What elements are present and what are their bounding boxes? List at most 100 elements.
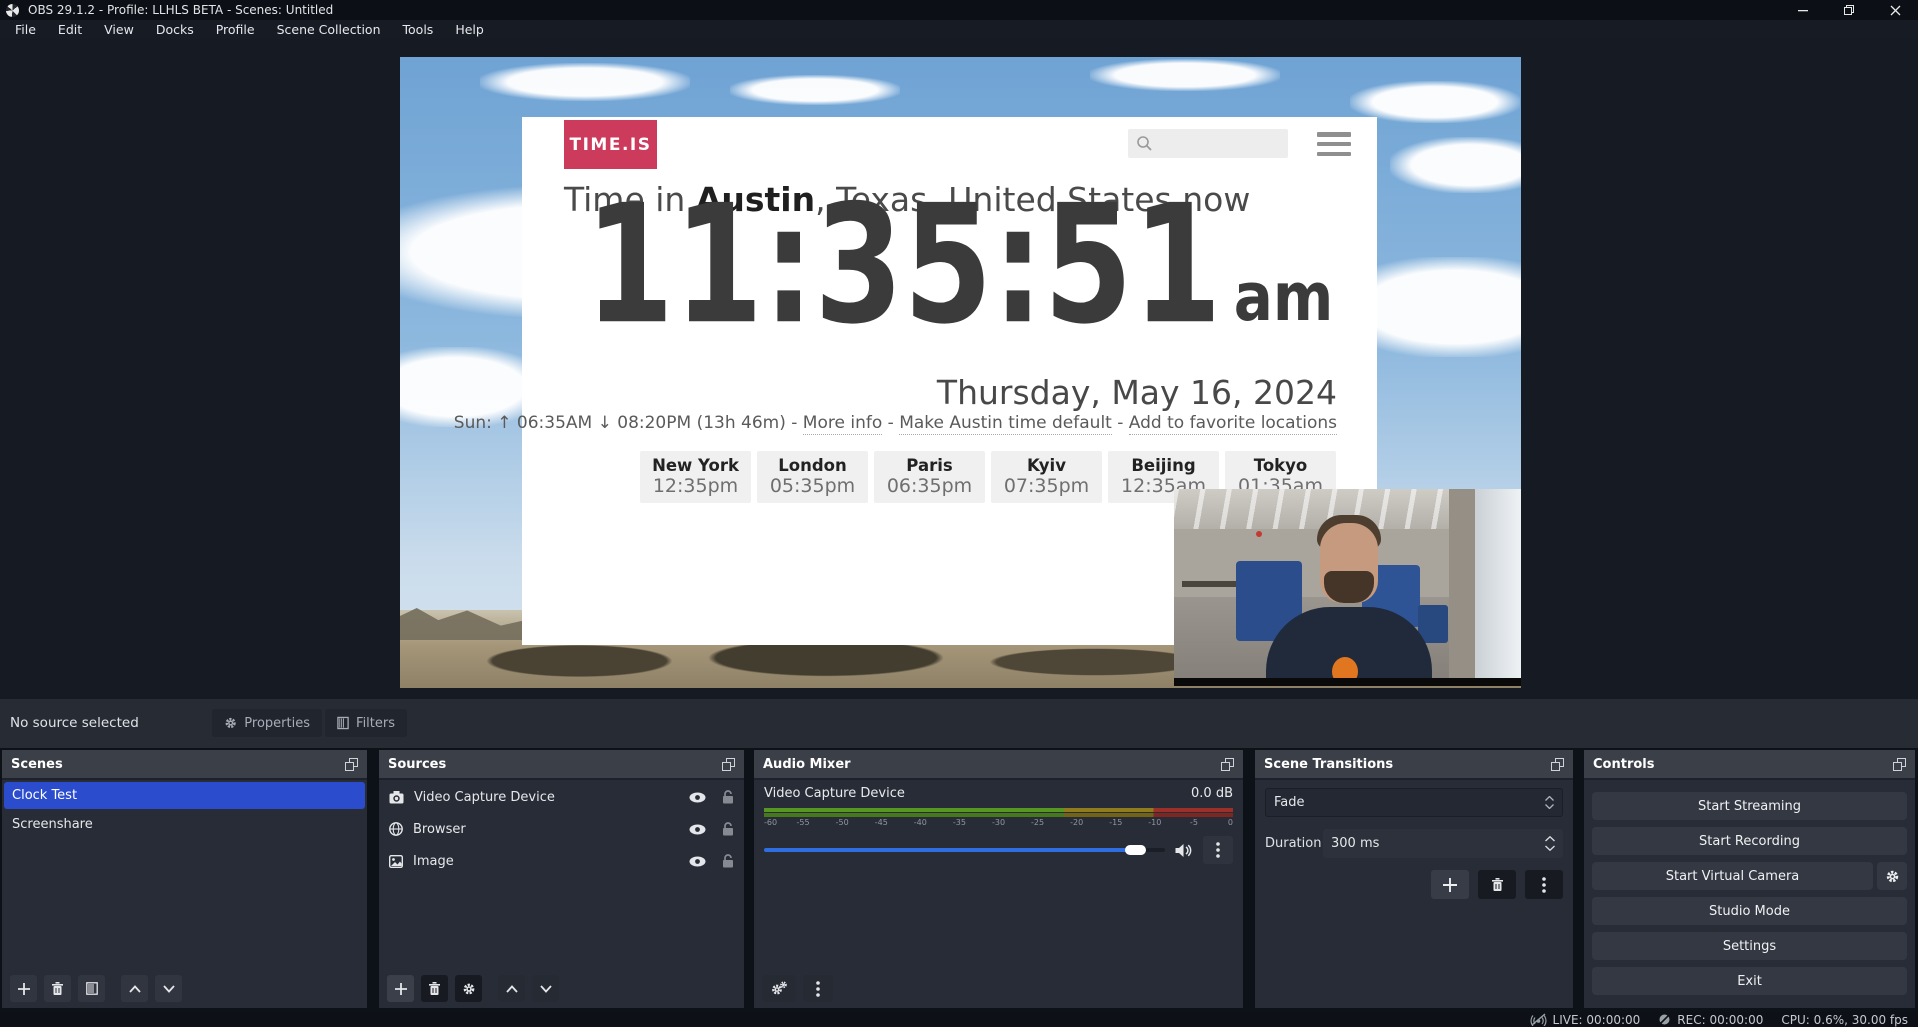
chevron-down-icon <box>1545 804 1554 809</box>
visibility-eye-icon[interactable] <box>689 824 706 835</box>
move-scene-up-button[interactable] <box>121 975 148 1002</box>
remove-scene-button[interactable] <box>44 975 71 1002</box>
title-bar: OBS 29.1.2 - Profile: LLHLS BETA - Scene… <box>0 0 1918 20</box>
exit-button[interactable]: Exit <box>1592 967 1907 995</box>
more-info-link[interactable]: More info <box>803 413 882 435</box>
city-name: New York <box>652 457 739 476</box>
start-recording-button[interactable]: Start Recording <box>1592 827 1907 855</box>
chevron-down-icon[interactable] <box>1545 845 1555 851</box>
chevron-down-icon <box>163 985 175 993</box>
settings-button[interactable]: Settings <box>1592 932 1907 960</box>
trash-icon <box>51 982 64 996</box>
double-gear-icon <box>770 981 788 996</box>
duration-row: Duration 300 ms <box>1265 829 1563 858</box>
city-newyork[interactable]: New York12:35pm <box>640 451 751 503</box>
add-scene-button[interactable] <box>10 975 37 1002</box>
minimize-button[interactable] <box>1780 0 1826 20</box>
city-name: Beijing <box>1131 457 1195 476</box>
scene-item-clock-test[interactable]: Clock Test <box>4 782 365 809</box>
menu-help[interactable]: Help <box>444 20 495 39</box>
image-icon <box>389 855 403 868</box>
minimize-icon <box>1798 5 1809 16</box>
studio-mode-button[interactable]: Studio Mode <box>1592 897 1907 925</box>
slider-handle[interactable] <box>1125 845 1146 855</box>
timeis-logo[interactable]: TIME.IS <box>564 120 657 169</box>
visibility-eye-icon[interactable] <box>689 792 706 803</box>
audio-mixer-header: Audio Mixer <box>754 750 1243 780</box>
add-transition-button[interactable] <box>1431 870 1469 899</box>
city-time: 07:35pm <box>1004 476 1089 498</box>
lock-icon[interactable] <box>722 790 734 804</box>
source-properties-button[interactable] <box>455 975 482 1002</box>
close-button[interactable] <box>1872 0 1918 20</box>
source-row-video-capture[interactable]: Video Capture Device <box>379 782 744 812</box>
city-paris[interactable]: Paris06:35pm <box>874 451 985 503</box>
scene-filters-button[interactable] <box>78 975 105 1002</box>
move-source-up-button[interactable] <box>498 975 525 1002</box>
lock-icon[interactable] <box>722 822 734 836</box>
clock-row: 11:35:51 am <box>585 213 1333 341</box>
source-row-image[interactable]: Image <box>379 846 744 876</box>
start-streaming-button[interactable]: Start Streaming <box>1592 792 1907 820</box>
menu-scene-collection[interactable]: Scene Collection <box>266 20 392 39</box>
kebab-icon <box>816 981 820 997</box>
tick-label: -25 <box>1031 818 1044 827</box>
popout-icon[interactable] <box>1221 758 1234 771</box>
scenes-title: Scenes <box>11 757 63 772</box>
filters-button[interactable]: Filters <box>325 709 407 737</box>
cloud <box>480 63 690 101</box>
transitions-header: Scene Transitions <box>1255 750 1573 780</box>
menu-file[interactable]: File <box>4 20 47 39</box>
restore-icon <box>1843 4 1855 16</box>
menu-edit[interactable]: Edit <box>47 20 93 39</box>
no-source-label: No source selected <box>10 715 139 731</box>
office-window <box>1469 489 1521 686</box>
menu-docks[interactable]: Docks <box>145 20 205 39</box>
volume-slider[interactable] <box>764 836 1165 864</box>
combo-arrows <box>1545 796 1554 809</box>
make-default-link[interactable]: Make Austin time default <box>899 413 1112 435</box>
advanced-audio-button[interactable] <box>762 975 796 1002</box>
tick-label: -10 <box>1148 818 1161 827</box>
search-input[interactable] <box>1128 129 1288 158</box>
lock-icon[interactable] <box>722 854 734 868</box>
gear-icon <box>1885 869 1900 884</box>
speaker-icon[interactable] <box>1175 843 1193 858</box>
source-row-browser[interactable]: Browser <box>379 814 744 844</box>
start-virtual-camera-button[interactable]: Start Virtual Camera <box>1592 862 1873 890</box>
tick-label: -40 <box>914 818 927 827</box>
move-source-down-button[interactable] <box>532 975 559 1002</box>
menu-view[interactable]: View <box>93 20 145 39</box>
virtual-camera-config-button[interactable] <box>1877 862 1907 890</box>
city-kyiv[interactable]: Kyiv07:35pm <box>991 451 1102 503</box>
scene-item-screenshare[interactable]: Screenshare <box>4 811 365 838</box>
hamburger-menu-icon[interactable] <box>1317 132 1351 156</box>
chevron-up-icon[interactable] <box>1545 836 1555 842</box>
remove-transition-button[interactable] <box>1478 870 1516 899</box>
popout-icon[interactable] <box>345 758 358 771</box>
restore-button[interactable] <box>1826 0 1872 20</box>
popout-icon[interactable] <box>1893 758 1906 771</box>
duration-spinbox[interactable]: 300 ms <box>1323 829 1563 858</box>
visibility-eye-icon[interactable] <box>689 856 706 867</box>
mixer-menu-button[interactable] <box>803 975 833 1002</box>
controls-panel: Controls Start Streaming Start Recording… <box>1584 750 1915 1008</box>
transition-properties-button[interactable] <box>1525 870 1563 899</box>
add-source-button[interactable] <box>387 975 414 1002</box>
plus-icon <box>1443 878 1457 892</box>
menu-tools[interactable]: Tools <box>392 20 445 39</box>
webcam-overlay <box>1174 489 1521 686</box>
popout-icon[interactable] <box>722 758 735 771</box>
city-london[interactable]: London05:35pm <box>757 451 868 503</box>
favorite-link[interactable]: Add to favorite locations <box>1129 413 1337 435</box>
properties-button[interactable]: Properties <box>212 709 322 737</box>
webcam-letterbox <box>1174 678 1521 686</box>
channel-menu-button[interactable] <box>1203 836 1233 864</box>
preview-canvas[interactable]: TIME.IS Time in Austin, Texas, United St… <box>400 57 1521 688</box>
remove-source-button[interactable] <box>421 975 448 1002</box>
popout-icon[interactable] <box>1551 758 1564 771</box>
chevron-up-icon <box>1545 796 1554 801</box>
transition-select[interactable]: Fade <box>1265 788 1563 817</box>
move-scene-down-button[interactable] <box>155 975 182 1002</box>
menu-profile[interactable]: Profile <box>205 20 266 39</box>
